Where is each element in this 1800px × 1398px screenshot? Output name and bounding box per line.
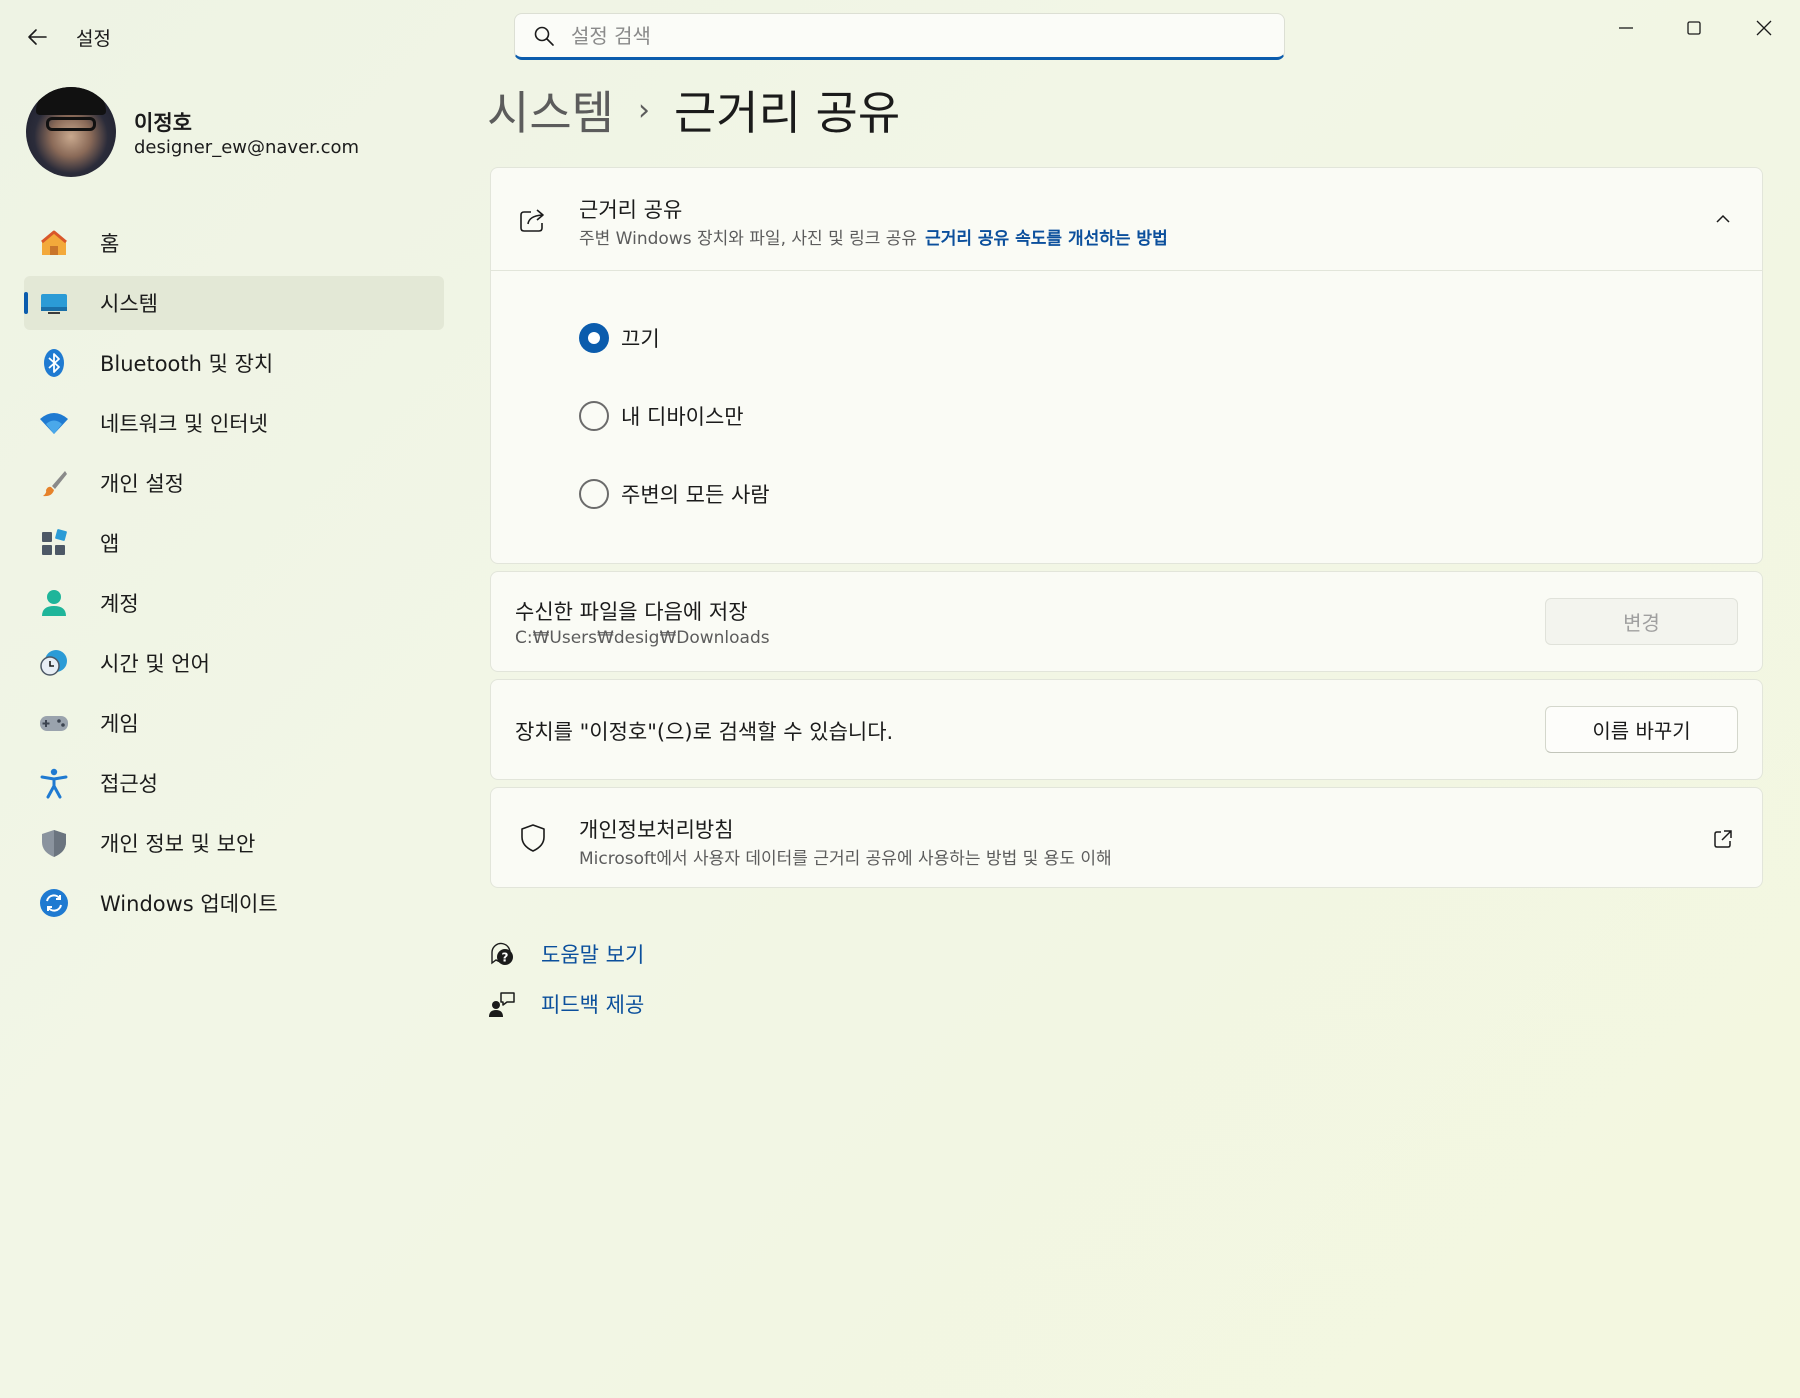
feedback-link[interactable]: 피드백 제공 [487, 989, 644, 1019]
maximize-icon [1687, 21, 1701, 35]
sidebar-item-label: Windows 업데이트 [100, 892, 278, 916]
discoverable-card: 장치를 "이정호"(으)로 검색할 수 있습니다. 이름 바꾸기 [490, 679, 1763, 780]
sidebar-item-label: 개인 정보 및 보안 [100, 832, 256, 856]
nearby-sharing-header[interactable]: 근거리 공유 주변 Windows 장치와 파일, 사진 및 링크 공유 근거리 … [491, 168, 1762, 271]
sidebar-item-label: 시간 및 언어 [100, 652, 210, 676]
sidebar-item-label: 개인 설정 [100, 472, 184, 496]
sidebar-item-label: 게임 [100, 712, 139, 736]
account-icon [38, 587, 70, 619]
radio-label: 주변의 모든 사람 [621, 483, 770, 507]
radio-option-everyone[interactable]: 주변의 모든 사람 [579, 479, 770, 509]
feedback-link-label: 피드백 제공 [541, 993, 645, 1017]
radio-label: 내 디바이스만 [621, 405, 744, 429]
breadcrumb: 시스템 › 근거리 공유 [487, 78, 900, 142]
update-icon [38, 887, 70, 919]
sidebar-item-label: 네트워크 및 인터넷 [100, 412, 268, 436]
nearby-sharing-title: 근거리 공유 [579, 198, 683, 222]
help-icon: ? [487, 939, 517, 969]
sidebar-item-time-language[interactable]: 시간 및 언어 [24, 636, 444, 690]
sidebar-item-privacy[interactable]: 개인 정보 및 보안 [24, 816, 444, 870]
feedback-icon [487, 989, 517, 1019]
sidebar-item-label: 접근성 [100, 772, 158, 796]
nearby-sharing-description-text: 주변 Windows 장치와 파일, 사진 및 링크 공유 [579, 229, 918, 249]
radio-button[interactable] [579, 401, 609, 431]
privacy-card[interactable]: 개인정보처리방침 Microsoft에서 사용자 데이터를 근거리 공유에 사용… [490, 787, 1763, 888]
nearby-sharing-speed-link[interactable]: 근거리 공유 속도를 개선하는 방법 [925, 229, 1168, 249]
svg-text:?: ? [502, 951, 509, 965]
avatar-glasses [46, 117, 96, 131]
help-link[interactable]: ? 도움말 보기 [487, 939, 644, 969]
profile-name: 이정호 [134, 111, 192, 135]
radio-button[interactable] [579, 479, 609, 509]
breadcrumb-separator: › [637, 92, 650, 128]
save-location-path: C:₩Users₩desig₩Downloads [515, 628, 770, 648]
settings-window: 설정 이정호 designer_ew@naver.com [0, 0, 1800, 1398]
accessibility-icon [38, 767, 70, 799]
nearby-sharing-card: 근거리 공유 주변 Windows 장치와 파일, 사진 및 링크 공유 근거리 … [490, 167, 1763, 564]
shield-icon [38, 827, 70, 859]
back-arrow-icon [28, 29, 47, 45]
sidebar-item-network[interactable]: 네트워크 및 인터넷 [24, 396, 444, 450]
sidebar-item-windows-update[interactable]: Windows 업데이트 [24, 876, 444, 930]
minimize-icon [1619, 27, 1633, 29]
sidebar-item-label: 계정 [100, 592, 139, 616]
sidebar-item-personalization[interactable]: 개인 설정 [24, 456, 444, 510]
search-input[interactable] [571, 23, 1251, 48]
back-button[interactable] [20, 20, 54, 54]
sidebar-item-label: 홈 [100, 232, 120, 256]
search-box[interactable] [514, 13, 1285, 60]
chevron-up-icon[interactable] [1708, 204, 1738, 234]
sidebar-item-accessibility[interactable]: 접근성 [24, 756, 444, 810]
maximize-button[interactable] [1666, 8, 1722, 48]
page-title: 근거리 공유 [673, 86, 901, 140]
gamepad-icon [38, 707, 70, 739]
sidebar-item-bluetooth[interactable]: Bluetooth 및 장치 [24, 336, 444, 390]
close-icon [1756, 20, 1772, 36]
wifi-icon [38, 407, 70, 439]
time-language-icon [38, 647, 70, 679]
radio-option-my-devices[interactable]: 내 디바이스만 [579, 401, 744, 431]
discoverable-text: 장치를 "이정호"(으)로 검색할 수 있습니다. [515, 720, 894, 744]
radio-button[interactable] [579, 323, 609, 353]
privacy-shield-icon [515, 820, 551, 856]
privacy-title: 개인정보처리방침 [579, 818, 734, 842]
privacy-description: Microsoft에서 사용자 데이터를 근거리 공유에 사용하는 방법 및 용… [579, 849, 1112, 869]
system-icon [38, 287, 70, 319]
sidebar-item-accounts[interactable]: 계정 [24, 576, 444, 630]
share-icon [515, 201, 551, 237]
sidebar-item-system[interactable]: 시스템 [24, 276, 444, 330]
change-location-button[interactable]: 변경 [1545, 598, 1738, 645]
avatar-cap [36, 87, 106, 115]
app-title: 설정 [76, 28, 111, 50]
sidebar-item-label: 시스템 [100, 292, 158, 316]
avatar[interactable] [26, 87, 116, 177]
apps-icon [38, 527, 70, 559]
profile-email: designer_ew@naver.com [134, 137, 360, 158]
minimize-button[interactable] [1598, 8, 1654, 48]
rename-button[interactable]: 이름 바꾸기 [1545, 706, 1738, 753]
radio-label: 끄기 [621, 327, 660, 351]
sidebar-item-apps[interactable]: 앱 [24, 516, 444, 570]
external-link-icon[interactable] [1708, 824, 1738, 854]
save-location-title: 수신한 파일을 다음에 저장 [515, 600, 748, 624]
sidebar-item-label: 앱 [100, 532, 120, 556]
sidebar-item-home[interactable]: 홈 [24, 216, 444, 270]
save-location-card: 수신한 파일을 다음에 저장 C:₩Users₩desig₩Downloads … [490, 571, 1763, 672]
sidebar-item-gaming[interactable]: 게임 [24, 696, 444, 750]
help-link-label: 도움말 보기 [541, 943, 645, 967]
bluetooth-icon [38, 347, 70, 379]
close-button[interactable] [1736, 8, 1792, 48]
breadcrumb-parent[interactable]: 시스템 [487, 77, 614, 143]
sidebar-nav: 홈 시스템 Bluetooth 및 장치 네트워크 및 인터넷 개인 설정 앱 … [24, 216, 444, 936]
radio-option-off[interactable]: 끄기 [579, 323, 660, 353]
sidebar-item-label: Bluetooth 및 장치 [100, 352, 274, 376]
search-icon [534, 26, 554, 46]
nearby-sharing-description: 주변 Windows 장치와 파일, 사진 및 링크 공유 근거리 공유 속도를 … [579, 224, 1168, 249]
home-icon [38, 227, 70, 259]
brush-icon [38, 467, 70, 499]
